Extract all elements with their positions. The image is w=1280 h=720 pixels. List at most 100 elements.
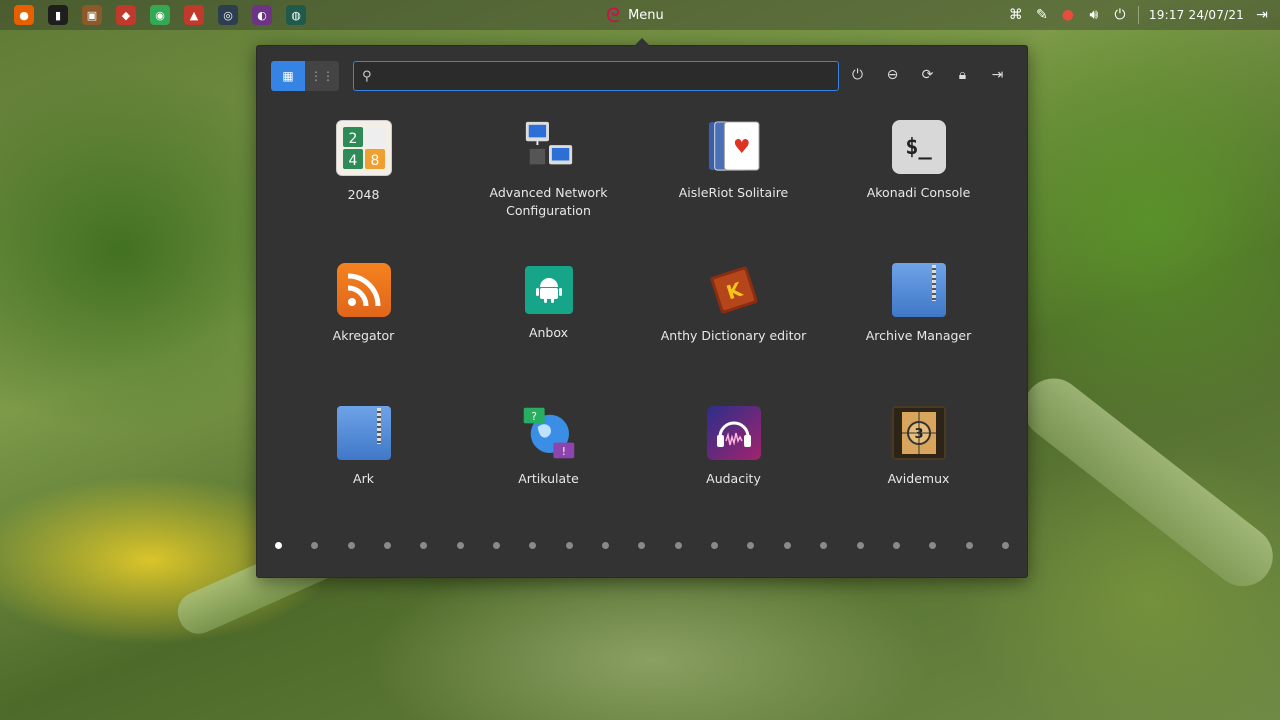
dictionary-book-icon: K [707, 263, 761, 317]
search-input[interactable] [377, 63, 838, 89]
terminal-icon: $_ [891, 120, 946, 174]
svg-text:2: 2 [348, 131, 357, 147]
page-dot[interactable] [347, 542, 355, 549]
app-avidemux[interactable]: 3 Avidemux [826, 402, 1011, 545]
page-dot[interactable] [747, 542, 755, 549]
film-clapper-icon: 3 [891, 406, 946, 460]
search-icon: ⚲ [362, 68, 372, 84]
app-akregator[interactable]: Akregator [271, 259, 456, 402]
page-dot[interactable] [674, 542, 682, 549]
page-dot[interactable] [275, 542, 282, 549]
media-launcher-icon[interactable]: ▣ [82, 5, 102, 25]
app-2048[interactable]: 2 4 8 2048 [271, 116, 456, 259]
page-dot[interactable] [929, 542, 937, 549]
pen-icon[interactable]: ✎ [1034, 7, 1050, 23]
app-label: Avidemux [887, 471, 950, 486]
grid-view-button[interactable]: ▦ [271, 61, 305, 91]
app-ark[interactable]: Ark [271, 402, 456, 545]
app-label: Akregator [332, 328, 395, 343]
app-label: Ark [353, 471, 374, 486]
page-dot[interactable] [965, 542, 973, 549]
page-dot[interactable] [638, 542, 646, 549]
app-label: Anthy Dictionary editor [660, 328, 807, 343]
page-dot[interactable] [602, 542, 610, 549]
app-grid: 2 4 8 2048 Advanced Network Configuratio… [271, 116, 1013, 545]
grid-large-icon: ▦ [282, 69, 294, 83]
app-label: Audacity [706, 471, 761, 486]
svg-text:!: ! [561, 446, 565, 458]
app-label: 2048 [347, 187, 380, 202]
app-label: Advanced Network Configuration [489, 185, 608, 218]
page-dot[interactable] [892, 542, 900, 549]
chrome-launcher-icon[interactable]: ◉ [150, 5, 170, 25]
app-anbox[interactable]: Anbox [456, 259, 641, 402]
page-dot[interactable] [711, 542, 719, 549]
home-launcher-icon[interactable]: ▲ [184, 5, 204, 25]
list-view-button[interactable]: ⋮⋮ [305, 61, 339, 91]
clock[interactable]: 19:17 24/07/21 [1149, 8, 1244, 22]
page-dot[interactable] [820, 542, 828, 549]
archive-icon [891, 263, 946, 317]
page-dot[interactable] [311, 542, 319, 549]
network-icon[interactable]: ⌘ [1008, 7, 1024, 23]
page-dot[interactable] [529, 542, 537, 549]
app-akonadi-console[interactable]: $_ Akonadi Console [826, 116, 1011, 259]
launcher-bar: ● ▮ ▣ ◆ ◉ ▲ ◎ ◐ ◍ [0, 5, 306, 25]
view-switcher: ▦ ⋮⋮ [271, 61, 339, 91]
page-dot[interactable] [856, 542, 864, 549]
svg-text:?: ? [531, 411, 537, 423]
network-computers-icon [522, 120, 576, 174]
grid-small-icon: ⋮⋮ [310, 69, 334, 83]
app-label: Akonadi Console [866, 185, 971, 200]
svg-text:8: 8 [370, 153, 379, 169]
restart-icon[interactable]: ⟳ [917, 64, 938, 85]
app-artikulate[interactable]: ? ! Artikulate [456, 402, 641, 545]
disk-launcher-icon[interactable]: ◍ [286, 5, 306, 25]
search-box[interactable]: ⚲ [353, 61, 839, 91]
archive-icon [336, 406, 391, 460]
camera-launcher-icon[interactable]: ◎ [218, 5, 238, 25]
app-label: Artikulate [518, 471, 579, 486]
notification-icon[interactable]: ● [1060, 7, 1076, 23]
page-dot[interactable] [420, 542, 428, 549]
page-indicator [271, 542, 1013, 549]
page-dot[interactable] [384, 542, 392, 549]
app-anthy-dictionary-editor[interactable]: K Anthy Dictionary editor [641, 259, 826, 402]
page-dot[interactable] [1001, 542, 1009, 549]
2048-icon: 2 4 8 [335, 120, 392, 176]
headphones-launcher-icon[interactable]: ◐ [252, 5, 272, 25]
svg-text:4: 4 [348, 153, 357, 169]
app-advanced-network-configuration[interactable]: Advanced Network Configuration [456, 116, 641, 259]
page-dot[interactable] [493, 542, 501, 549]
page-dot[interactable] [565, 542, 573, 549]
volume-icon[interactable]: 🔊︎ [1086, 7, 1102, 23]
background-stem [1011, 366, 1280, 599]
session-actions: ⏻ ⊖ ⟳ 🔒︎ ⇥ [847, 64, 1008, 85]
menu-button[interactable]: ᘓ Menu [606, 0, 664, 30]
top-panel: ● ▮ ▣ ◆ ◉ ▲ ◎ ◐ ◍ ᘓ Menu ⌘ ✎ ● 🔊︎ ⏻ 19:17 24/07/… [0, 0, 1280, 30]
app-aisleriot-solitaire[interactable]: ♥ AisleRiot Solitaire [641, 116, 826, 259]
globe-speech-icon: ? ! [522, 406, 576, 460]
logout-icon[interactable]: ⇥ [1254, 7, 1270, 23]
app-archive-manager[interactable]: Archive Manager [826, 259, 1011, 402]
app-menu-popup: ▦ ⋮⋮ ⚲ ⏻ ⊖ ⟳ 🔒︎ ⇥ 2 4 8 2048 Advanced Ne… [256, 38, 1028, 578]
lock-icon[interactable]: 🔒︎ [952, 64, 973, 85]
shutdown-icon[interactable]: ⏻ [847, 64, 868, 85]
page-dot[interactable] [456, 542, 464, 549]
page-dot[interactable] [783, 542, 791, 549]
app-audacity[interactable]: Audacity [641, 402, 826, 545]
firefox-launcher-icon[interactable]: ● [14, 5, 34, 25]
headphones-waveform-icon [706, 406, 761, 460]
store-launcher-icon[interactable]: ◆ [116, 5, 136, 25]
logout-icon[interactable]: ⇥ [987, 64, 1008, 85]
app-label: Archive Manager [865, 328, 972, 343]
playing-cards-icon: ♥ [707, 120, 761, 174]
system-tray: ⌘ ✎ ● 🔊︎ ⏻ 19:17 24/07/21 ⇥ [1008, 0, 1270, 30]
menu-label: Menu [628, 7, 664, 23]
svg-text:♥: ♥ [733, 135, 750, 158]
power-icon[interactable]: ⏻ [1112, 7, 1128, 23]
suspend-icon[interactable]: ⊖ [882, 64, 903, 85]
debian-logo-icon: ᘓ [606, 3, 621, 27]
terminal-launcher-icon[interactable]: ▮ [48, 5, 68, 25]
app-label: Anbox [528, 325, 569, 340]
